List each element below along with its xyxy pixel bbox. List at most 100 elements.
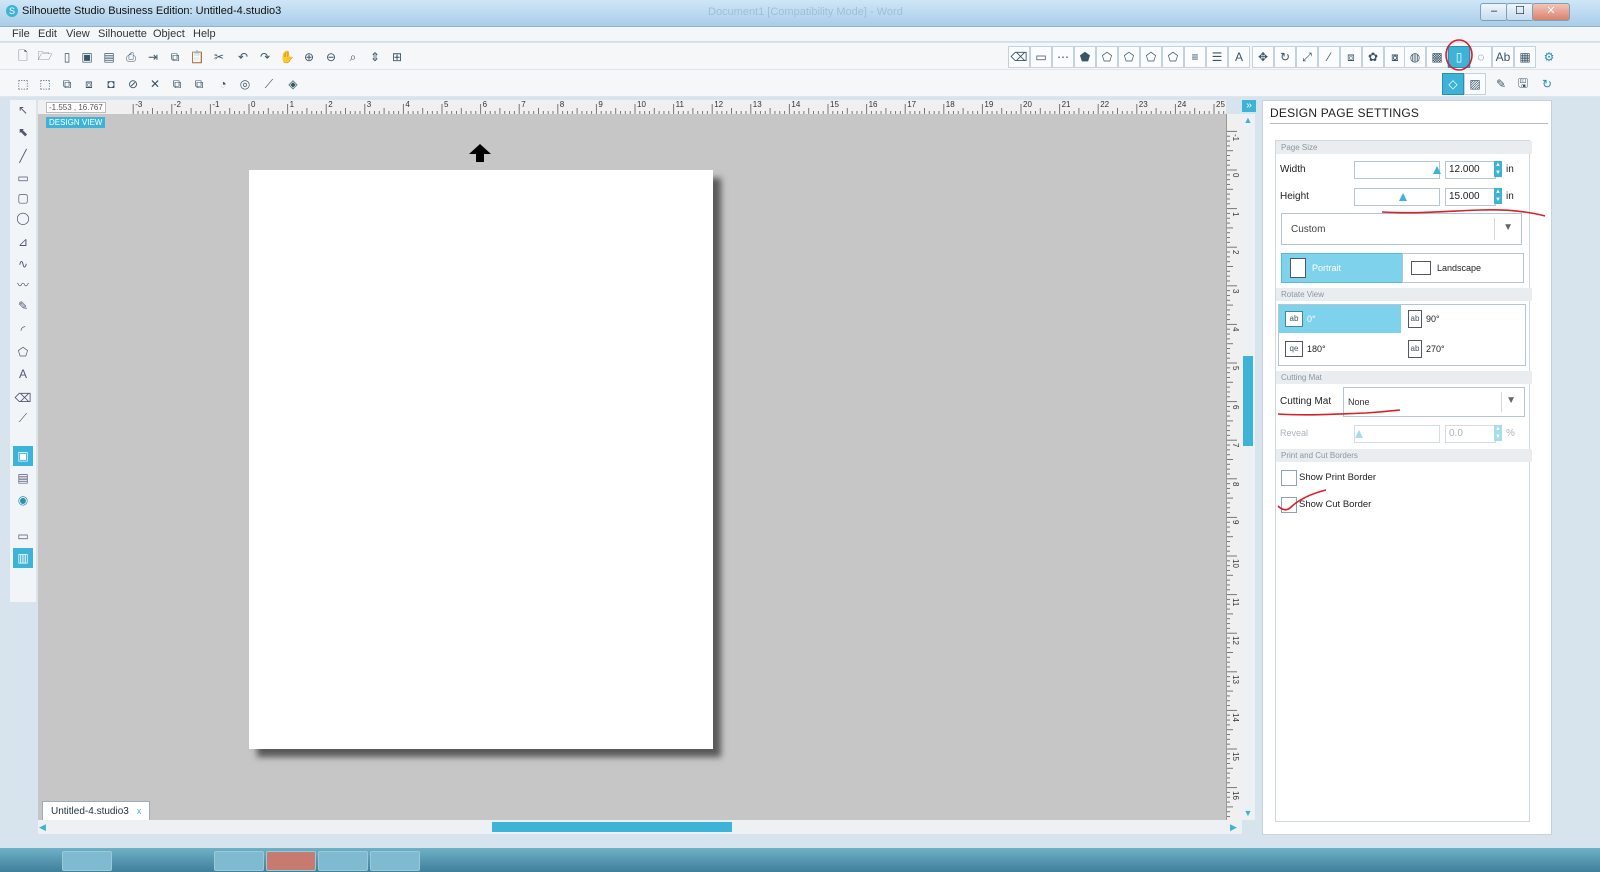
- open-icon[interactable]: 🗁: [34, 46, 56, 68]
- vertical-scrollbar[interactable]: [1241, 114, 1255, 820]
- taskbar-app-5[interactable]: [370, 851, 420, 871]
- reveal-slider[interactable]: [1354, 425, 1440, 443]
- design-view-icon[interactable]: ◇: [1442, 73, 1464, 95]
- offset-icon[interactable]: ⧇: [1384, 46, 1406, 68]
- send-to-silhouette-icon[interactable]: ⇥: [142, 46, 164, 68]
- offset-circle-icon[interactable]: ◎: [234, 73, 256, 95]
- drag-zoom-icon[interactable]: ⇕: [364, 46, 386, 68]
- rotate-270-button[interactable]: ab 270°: [1402, 335, 1522, 363]
- online-store-icon[interactable]: ◉: [13, 490, 33, 510]
- replicate-icon[interactable]: ⧈: [1340, 46, 1362, 68]
- undo-icon[interactable]: ↶: [232, 46, 254, 68]
- knife-tool-icon[interactable]: ⟋: [13, 408, 33, 428]
- send-icon[interactable]: 🖫: [1512, 73, 1534, 95]
- pan-hand-icon[interactable]: ✋: [276, 46, 298, 68]
- line-width-icon[interactable]: ☰: [1206, 46, 1228, 68]
- release-compound-icon[interactable]: ⊘: [122, 73, 144, 95]
- menu-view[interactable]: View: [66, 28, 90, 40]
- document-tab[interactable]: Untitled-4.studio3 x: [42, 801, 151, 820]
- fit-to-window-icon[interactable]: ⊞: [386, 46, 408, 68]
- ellipse-tool-icon[interactable]: ◯: [13, 208, 33, 228]
- polygon-tool-icon[interactable]: ⊿: [13, 232, 33, 252]
- scale-icon[interactable]: ⤢: [1296, 46, 1318, 68]
- landscape-button[interactable]: Landscape: [1402, 253, 1524, 283]
- smooth-freehand-tool-icon[interactable]: ✎: [13, 296, 33, 316]
- delete-icon[interactable]: ✕: [144, 73, 166, 95]
- eraser-icon[interactable]: ⌫: [13, 388, 33, 408]
- menu-help[interactable]: Help: [193, 28, 216, 40]
- eraser-tool-icon[interactable]: ⌫: [1008, 46, 1030, 68]
- copy-icon[interactable]: ⧉: [164, 46, 186, 68]
- width-input[interactable]: 12.000: [1445, 161, 1496, 179]
- taskbar-app-3[interactable]: [266, 851, 316, 871]
- fill-pattern-icon[interactable]: ⬠: [1118, 46, 1140, 68]
- line-color-icon[interactable]: ⬠: [1140, 46, 1162, 68]
- show-panel-icon[interactable]: ▭: [13, 526, 33, 546]
- trace-icon[interactable]: ◍: [1404, 46, 1426, 68]
- panel-collapse-icon[interactable]: »: [1242, 100, 1256, 112]
- refresh-icon[interactable]: ↻: [1536, 73, 1558, 95]
- regular-polygon-tool-icon[interactable]: ⬠: [13, 342, 33, 362]
- design-page[interactable]: [249, 170, 713, 749]
- grid-settings-icon[interactable]: ⋯: [1052, 46, 1074, 68]
- curve-tool-icon[interactable]: ∿: [13, 254, 33, 274]
- taskbar-app-2[interactable]: [214, 851, 264, 871]
- close-window-button[interactable]: ✕: [1532, 3, 1570, 21]
- save-as-icon[interactable]: ▤: [98, 46, 120, 68]
- split-view-icon[interactable]: ▥: [13, 548, 33, 568]
- bring-to-front-icon[interactable]: ⧉: [166, 73, 188, 95]
- scroll-left-arrow-icon[interactable]: ◀: [39, 821, 49, 833]
- taskbar-app-4[interactable]: [318, 851, 368, 871]
- maximize-button[interactable]: ☐: [1506, 3, 1534, 21]
- taskbar-app-1[interactable]: [62, 851, 112, 871]
- grid-icon[interactable]: ▦: [1514, 46, 1536, 68]
- transform-icon[interactable]: ✥: [1252, 46, 1274, 68]
- open-library-icon[interactable]: ▯: [56, 46, 78, 68]
- compound-path-icon[interactable]: ◘: [100, 73, 122, 95]
- rounded-rectangle-tool-icon[interactable]: ▢: [13, 188, 33, 208]
- edit-points-tool-icon[interactable]: ⬉: [13, 122, 33, 142]
- send-to-back-icon[interactable]: ⧉: [188, 73, 210, 95]
- redo-icon[interactable]: ↷: [254, 46, 276, 68]
- deselect-icon[interactable]: ⬚: [34, 73, 56, 95]
- freehand-tool-icon[interactable]: 〰: [13, 274, 33, 294]
- text-tool-icon[interactable]: A: [13, 364, 33, 384]
- text-style-icon[interactable]: A: [1228, 46, 1250, 68]
- shear-icon[interactable]: ⁄: [1318, 46, 1340, 68]
- select-all-icon[interactable]: ⬚: [12, 73, 34, 95]
- text-settings-icon[interactable]: Ab: [1492, 46, 1514, 68]
- document-tab-close-icon[interactable]: x: [137, 806, 142, 816]
- weld-icon[interactable]: ◔: [212, 73, 234, 95]
- menu-edit[interactable]: Edit: [38, 28, 57, 40]
- line-style-icon[interactable]: ⬠: [1162, 46, 1184, 68]
- minimize-button[interactable]: –: [1480, 3, 1508, 21]
- zoom-select-icon[interactable]: ⌕: [342, 46, 364, 68]
- width-slider[interactable]: [1354, 161, 1441, 179]
- scroll-right-arrow-icon[interactable]: ▶: [1230, 821, 1240, 833]
- zoom-in-icon[interactable]: ⊕: [298, 46, 320, 68]
- design-mode-icon[interactable]: ▣: [13, 446, 33, 466]
- portrait-button[interactable]: Portrait: [1281, 253, 1403, 283]
- horizontal-scroll-thumb[interactable]: [492, 822, 732, 832]
- group-icon[interactable]: ⧉: [56, 73, 78, 95]
- width-slider-thumb[interactable]: [1433, 166, 1441, 174]
- fill-gradient-icon[interactable]: ⬠: [1096, 46, 1118, 68]
- scroll-up-arrow-icon[interactable]: ▲: [1242, 115, 1254, 125]
- rotate-0-button[interactable]: ab 0°: [1279, 305, 1401, 333]
- menu-file[interactable]: File: [12, 28, 30, 40]
- arc-tool-icon[interactable]: ◜: [13, 320, 33, 340]
- show-print-border-checkbox[interactable]: [1281, 470, 1297, 486]
- rotate-icon[interactable]: ↻: [1274, 46, 1296, 68]
- scroll-down-arrow-icon[interactable]: ▼: [1242, 808, 1254, 818]
- fill-color-icon[interactable]: ⬟: [1074, 46, 1096, 68]
- library-icon[interactable]: ▤: [13, 468, 33, 488]
- save-icon[interactable]: ▣: [76, 46, 98, 68]
- ungroup-icon[interactable]: ⧈: [78, 73, 100, 95]
- print-icon[interactable]: ⎙: [120, 46, 142, 68]
- rotate-180-button[interactable]: qe 180°: [1279, 335, 1401, 363]
- layers-icon[interactable]: ◈: [282, 73, 304, 95]
- menu-object[interactable]: Object: [153, 28, 185, 40]
- modify-icon[interactable]: ✿: [1362, 46, 1384, 68]
- width-spinner[interactable]: ▲ ▼: [1494, 161, 1502, 177]
- reveal-input[interactable]: 0.0: [1445, 425, 1496, 443]
